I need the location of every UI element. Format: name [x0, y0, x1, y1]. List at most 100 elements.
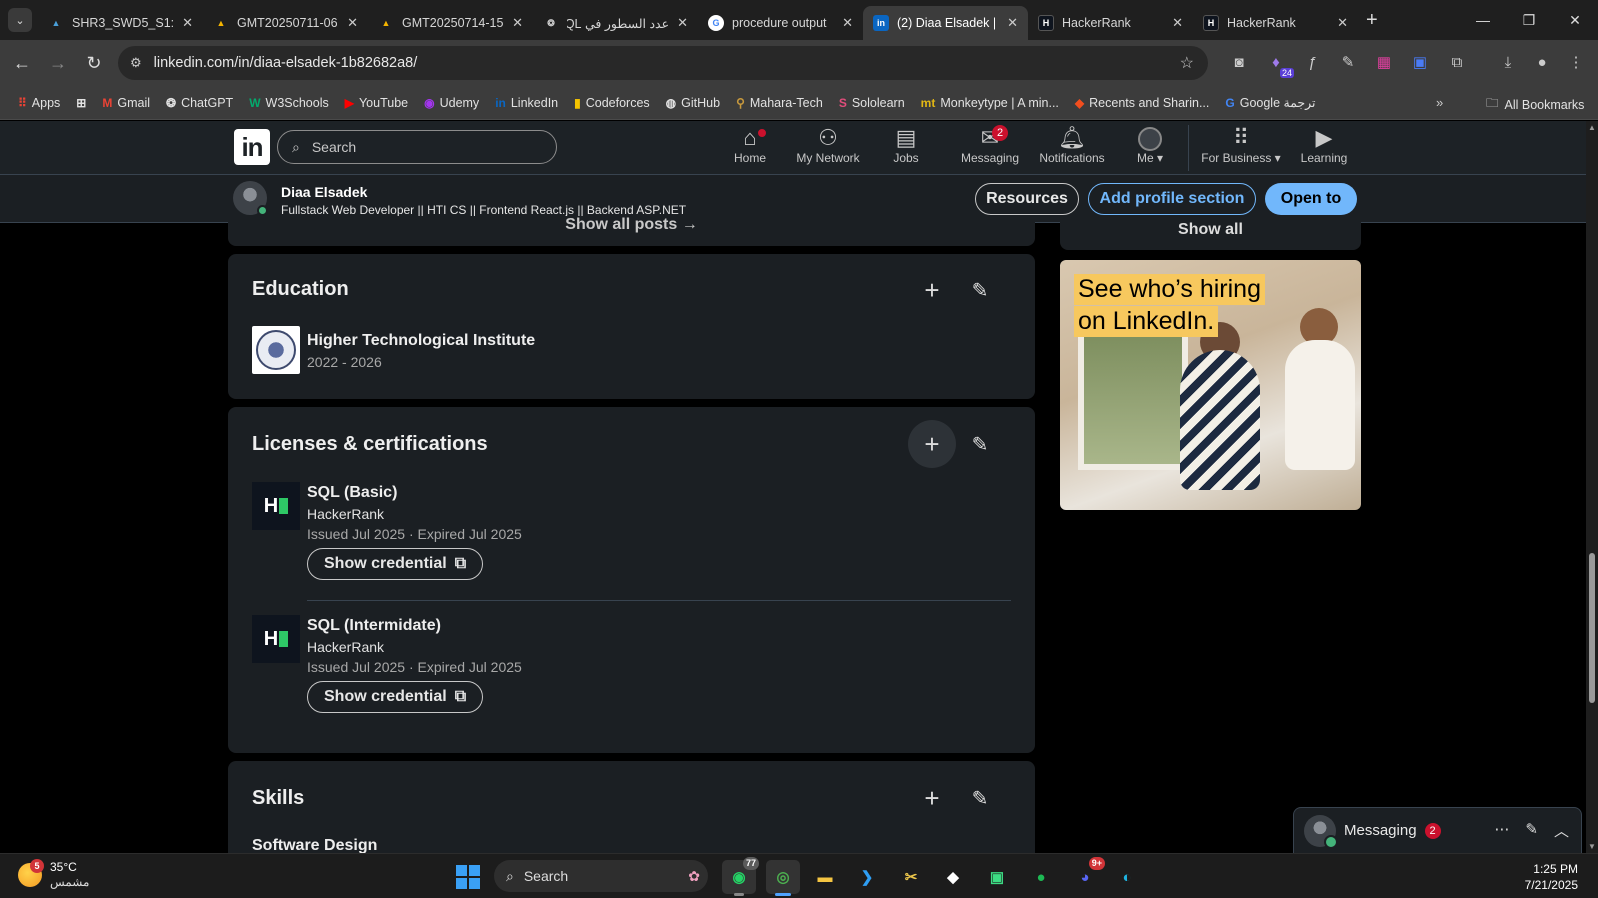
add-skill-icon[interactable]: +: [908, 774, 956, 822]
bookmark-chatgpt[interactable]: ❂ ChatGPT: [166, 96, 233, 110]
bookmark-apps[interactable]: ⠿ Apps: [18, 96, 60, 110]
android-studio-icon[interactable]: ▣: [980, 860, 1014, 894]
grid-extension-icon[interactable]: ▦: [1370, 48, 1398, 76]
show-all-posts-link[interactable]: Show all posts →: [228, 216, 1035, 246]
open-to-button[interactable]: Open to: [1265, 183, 1357, 215]
scroll-up-icon[interactable]: ▲: [1588, 123, 1596, 132]
more-bookmarks-icon[interactable]: »: [1436, 95, 1443, 110]
close-window-icon[interactable]: ✕: [1552, 0, 1598, 40]
url-bar[interactable]: ⚙ linkedin.com/in/diaa-elsadek-1b82682a8…: [118, 46, 1208, 80]
resources-button[interactable]: Resources: [975, 183, 1079, 215]
bookmark-codeforces[interactable]: ▮ Codeforces: [574, 96, 650, 110]
add-profile-section-button[interactable]: Add profile section: [1088, 183, 1256, 215]
reload-icon[interactable]: ↻: [76, 53, 112, 74]
extension-icon[interactable]: ♦ 24: [1262, 48, 1294, 78]
close-icon[interactable]: ✕: [677, 15, 688, 31]
browser-tab[interactable]: ▲ SHR3_SWD5_S1: S ✕: [38, 6, 203, 40]
scroll-down-icon[interactable]: ▼: [1588, 842, 1596, 851]
close-icon[interactable]: ✕: [1337, 15, 1348, 31]
linkedin-logo[interactable]: in: [234, 129, 270, 165]
close-icon[interactable]: ✕: [842, 15, 853, 31]
discord-icon[interactable]: ◕ 9+: [1068, 857, 1105, 894]
weather-widget[interactable]: 5 35°C مشمس: [18, 859, 89, 890]
bookmark-figma[interactable]: ◆ Recents and Sharin...: [1075, 96, 1209, 110]
vscode-icon[interactable]: ❯: [850, 860, 884, 894]
chrome-icon[interactable]: ◎: [766, 860, 800, 896]
show-all-link[interactable]: Show all: [1060, 216, 1361, 250]
hackerrank-logo[interactable]: H: [252, 615, 300, 663]
nav-for-business[interactable]: ⠿ For Business ▾: [1196, 123, 1286, 165]
download-icon[interactable]: ⤓: [1494, 48, 1522, 76]
nav-messaging[interactable]: ✉ 2 Messaging: [950, 123, 1030, 165]
back-icon[interactable]: ←: [4, 53, 40, 74]
browser-tab[interactable]: ▲ GMT20250711-06 ✕: [203, 6, 368, 40]
windows-start-icon[interactable]: [456, 865, 480, 889]
browser-tab[interactable]: ❂ عدد السطور في SQL ✕: [533, 6, 698, 40]
all-bookmarks-button[interactable]: 🗀 All Bookmarks: [1486, 94, 1584, 115]
edit-pencil-icon[interactable]: ✎: [956, 266, 1004, 314]
page-scrollbar[interactable]: ▲ ▼: [1586, 121, 1598, 853]
fx-extension-icon[interactable]: ƒ: [1298, 48, 1326, 76]
nav-jobs[interactable]: ▤ Jobs: [866, 123, 946, 165]
snipping-tool-icon[interactable]: ✂: [894, 860, 928, 894]
new-tab-button[interactable]: +: [1366, 9, 1378, 32]
whatsapp-icon[interactable]: ◉ 77: [722, 857, 759, 896]
bookmark-gmail[interactable]: M Gmail: [102, 96, 150, 110]
bookmark-github[interactable]: ◍ GitHub: [666, 96, 720, 110]
chevron-up-icon[interactable]: ︿: [1554, 820, 1569, 841]
scrollbar-thumb[interactable]: [1589, 553, 1595, 703]
skill-name[interactable]: Software Design: [252, 837, 377, 853]
bookmark-linkedin[interactable]: in LinkedIn: [495, 96, 558, 110]
add-education-icon[interactable]: +: [908, 266, 956, 314]
camera-extension-icon[interactable]: ◙: [1225, 48, 1253, 76]
bookmark-launcher[interactable]: ⊞: [76, 96, 86, 110]
search-input[interactable]: ⌕ Search: [277, 130, 557, 164]
school-name[interactable]: Higher Technological Institute: [307, 332, 535, 350]
compose-icon[interactable]: ✎: [1525, 820, 1538, 841]
close-icon[interactable]: ✕: [182, 15, 193, 31]
close-icon[interactable]: ✕: [1007, 15, 1018, 31]
advertisement-banner[interactable]: See who’s hiring on LinkedIn.: [1060, 260, 1361, 510]
hackerrank-logo[interactable]: H: [252, 482, 300, 530]
screen-extension-icon[interactable]: ▣: [1406, 48, 1434, 76]
messaging-dock[interactable]: Messaging 2 ⋯ ✎ ︿: [1293, 807, 1582, 853]
bookmark-monkeytype[interactable]: mt Monkeytype | A min...: [921, 96, 1059, 110]
browser-tab[interactable]: G procedure output ✕: [698, 6, 863, 40]
forward-icon[interactable]: →: [40, 53, 76, 74]
spotify-icon[interactable]: ●: [1024, 860, 1058, 894]
nav-home[interactable]: ⌂ Home: [710, 123, 790, 165]
show-credential-button[interactable]: Show credential ⧉: [307, 681, 484, 713]
profile-avatar-icon[interactable]: ●: [1528, 48, 1556, 76]
bookmark-udemy[interactable]: ◉ Udemy: [424, 96, 479, 110]
restore-icon[interactable]: ❐: [1506, 0, 1552, 40]
add-license-icon[interactable]: +: [908, 420, 956, 468]
more-options-icon[interactable]: ⋯: [1494, 820, 1509, 841]
bookmark-youtube[interactable]: ▶ YouTube: [345, 96, 408, 110]
minimize-icon[interactable]: —: [1460, 0, 1506, 40]
close-icon[interactable]: ✕: [512, 15, 523, 31]
close-icon[interactable]: ✕: [347, 15, 358, 31]
eyedropper-icon[interactable]: ✎: [1334, 48, 1362, 76]
edit-pencil-icon[interactable]: ✎: [956, 774, 1004, 822]
edit-pencil-icon[interactable]: ✎: [956, 420, 1004, 468]
close-icon[interactable]: ✕: [1172, 15, 1183, 31]
bookmark-sololearn[interactable]: S Sololearn: [839, 96, 905, 110]
app-icon[interactable]: ◆: [936, 860, 970, 894]
nav-my-network[interactable]: ⚇ My Network: [788, 123, 868, 165]
edge-icon[interactable]: ◐: [1110, 860, 1144, 894]
site-settings-icon[interactable]: ⚙: [130, 55, 142, 71]
nav-learning[interactable]: ▶ Learning: [1284, 123, 1364, 165]
browser-menu-icon[interactable]: ⋮: [1562, 48, 1590, 76]
school-logo[interactable]: [252, 326, 300, 374]
nav-me[interactable]: Me ▾: [1110, 123, 1190, 165]
bookmark-google-translate[interactable]: G Google ترجمة: [1225, 95, 1315, 111]
bookmark-star-icon[interactable]: ☆: [1180, 53, 1194, 73]
show-credential-button[interactable]: Show credential ⧉: [307, 548, 484, 580]
nav-notifications[interactable]: 🔔︎ Notifications: [1030, 123, 1114, 165]
browser-tab[interactable]: H HackerRank ✕: [1028, 6, 1193, 40]
bookmark-mahara-tech[interactable]: ⚲ Mahara-Tech: [736, 96, 823, 110]
extensions-puzzle-icon[interactable]: ⧉: [1443, 48, 1471, 76]
browser-tab[interactable]: ▲ GMT20250714-15 ✕: [368, 6, 533, 40]
tab-search-button[interactable]: ⌄: [8, 8, 32, 32]
browser-tab-active[interactable]: in (2) Diaa Elsadek | L ✕: [863, 6, 1028, 40]
